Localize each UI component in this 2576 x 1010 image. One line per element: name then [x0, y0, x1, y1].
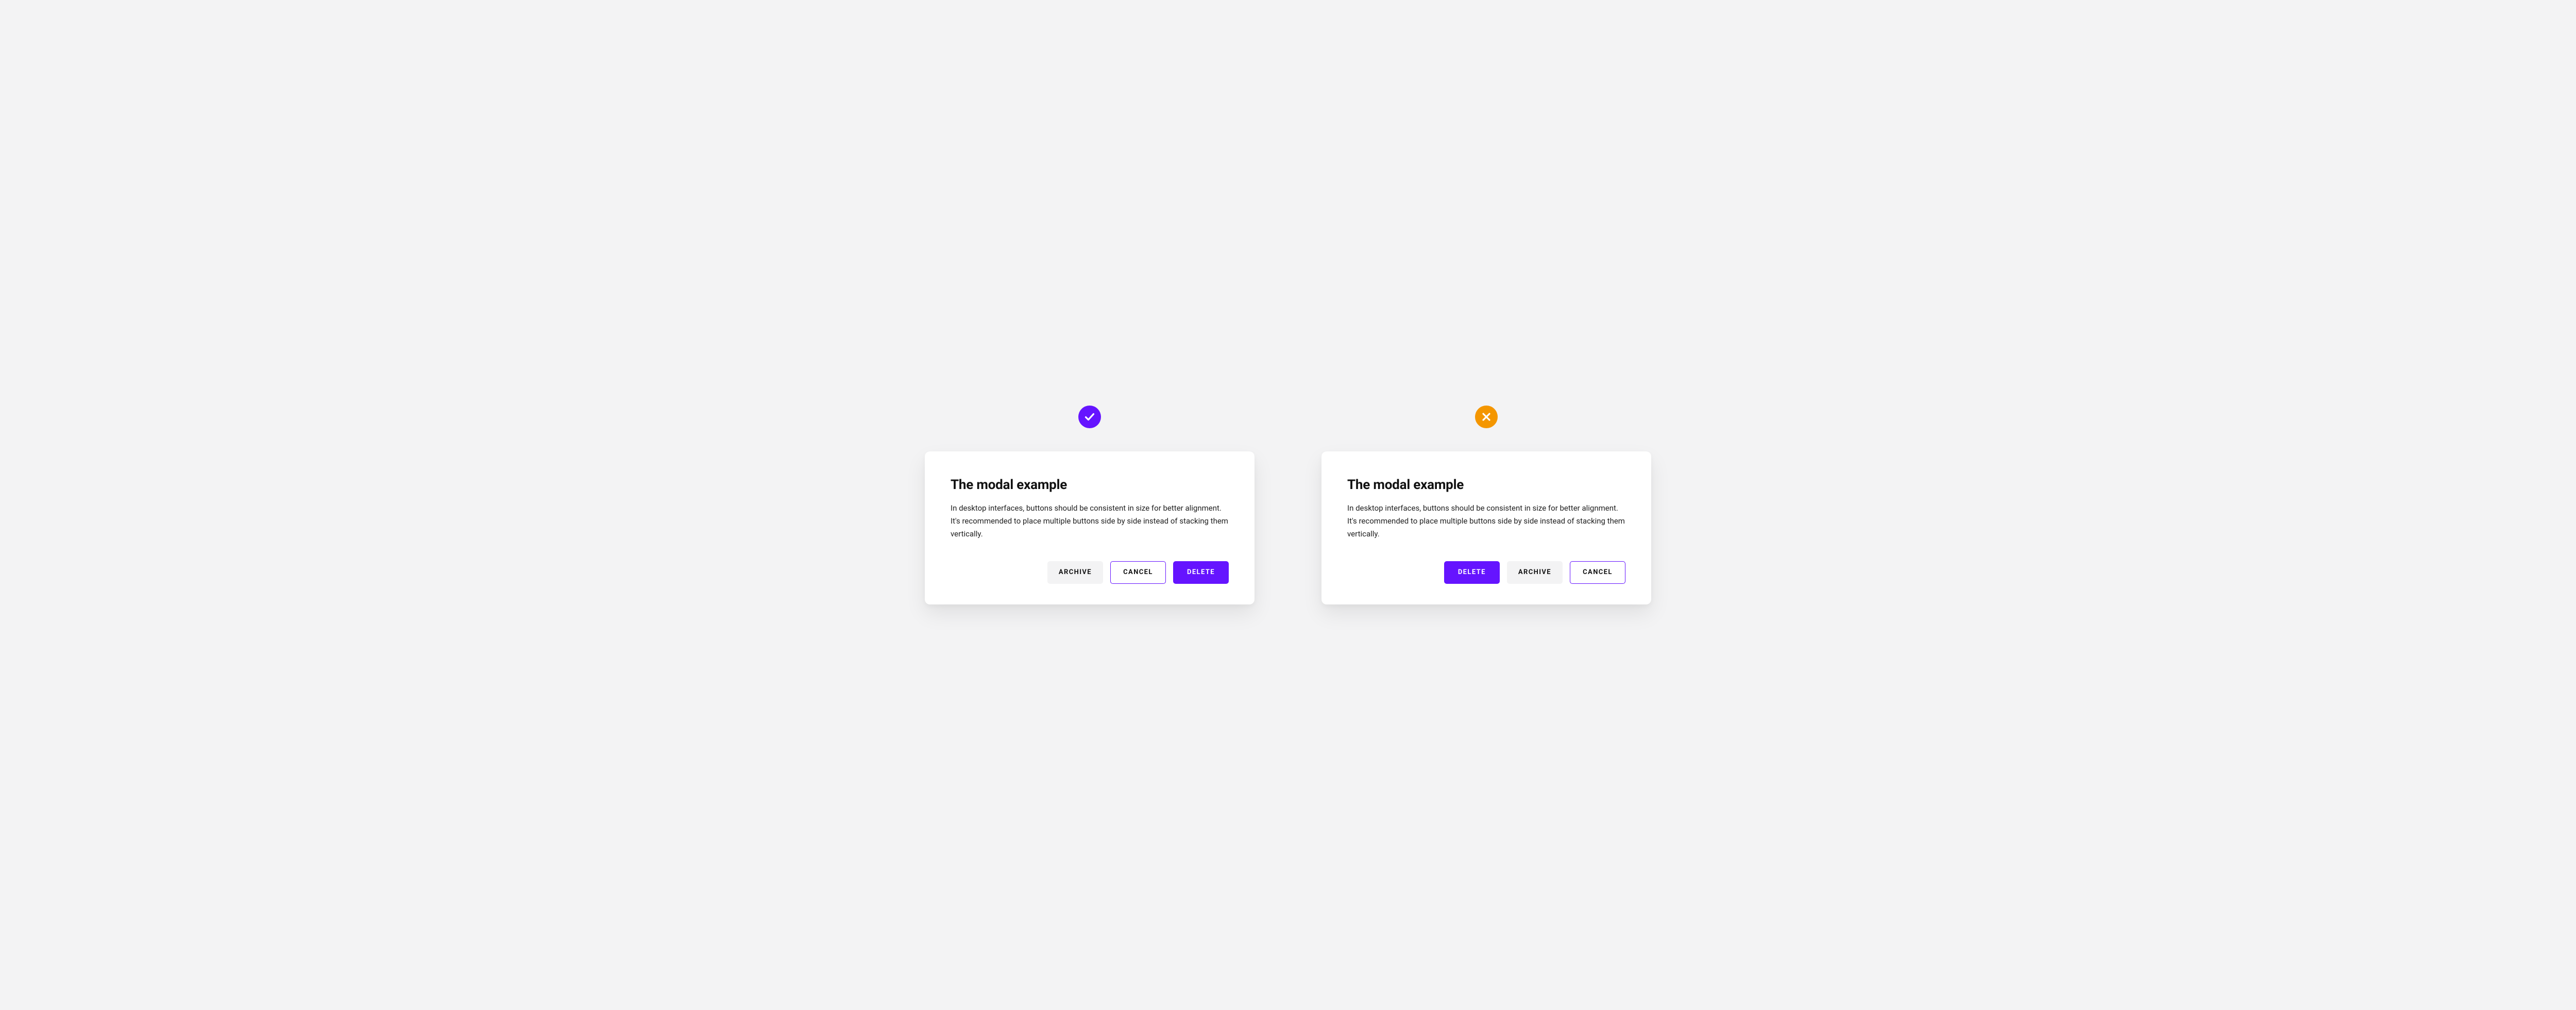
delete-button[interactable]: DELETE [1444, 561, 1500, 584]
cancel-button[interactable]: CANCEL [1570, 561, 1625, 584]
good-example: The modal example In desktop interfaces,… [925, 406, 1255, 604]
modal-body-text: In desktop interfaces, buttons should be… [1347, 502, 1625, 540]
good-modal-card: The modal example In desktop interfaces,… [925, 451, 1255, 604]
examples-container: The modal example In desktop interfaces,… [902, 406, 1674, 604]
archive-button[interactable]: ARCHIVE [1047, 561, 1103, 584]
bad-modal-card: The modal example In desktop interfaces,… [1321, 451, 1651, 604]
modal-body-text: In desktop interfaces, buttons should be… [951, 502, 1229, 540]
archive-button[interactable]: ARCHIVE [1507, 561, 1563, 584]
cancel-button[interactable]: CANCEL [1110, 561, 1166, 584]
bad-example: The modal example In desktop interfaces,… [1321, 406, 1651, 604]
button-row: ARCHIVE CANCEL DELETE [951, 561, 1229, 584]
delete-button[interactable]: DELETE [1173, 561, 1229, 584]
button-row: DELETE ARCHIVE CANCEL [1347, 561, 1625, 584]
x-icon [1475, 406, 1498, 428]
check-icon [1078, 406, 1101, 428]
modal-title: The modal example [1347, 477, 1625, 493]
modal-title: The modal example [951, 477, 1229, 493]
